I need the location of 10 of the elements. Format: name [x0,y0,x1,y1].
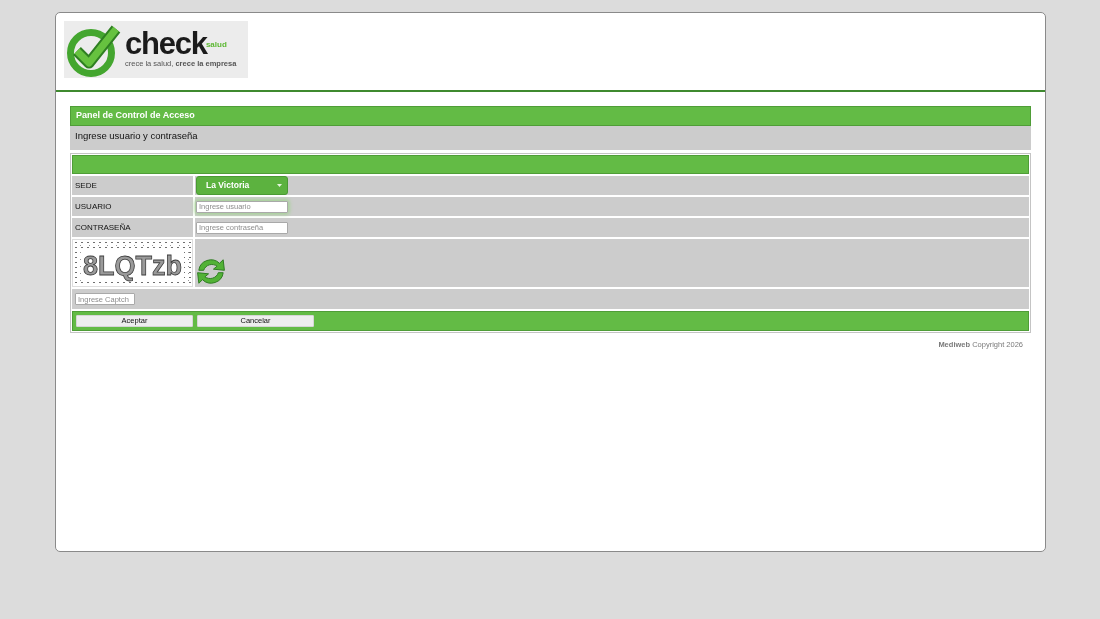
caret-icon [277,184,282,187]
panel-subtitle: Ingrese usuario y contraseña [70,126,1031,150]
refresh-icon [197,258,225,285]
field-label: SEDE [72,176,193,195]
captcha-text: 8LQTzb [81,251,184,281]
panel-title-bar: Panel de Control de Acceso [70,106,1031,126]
field-label: CONTRASEÑA [72,218,193,237]
logo-suffix: salud [205,40,227,49]
logo-wordmark: check [125,31,207,57]
field-label: USUARIO [72,197,193,216]
